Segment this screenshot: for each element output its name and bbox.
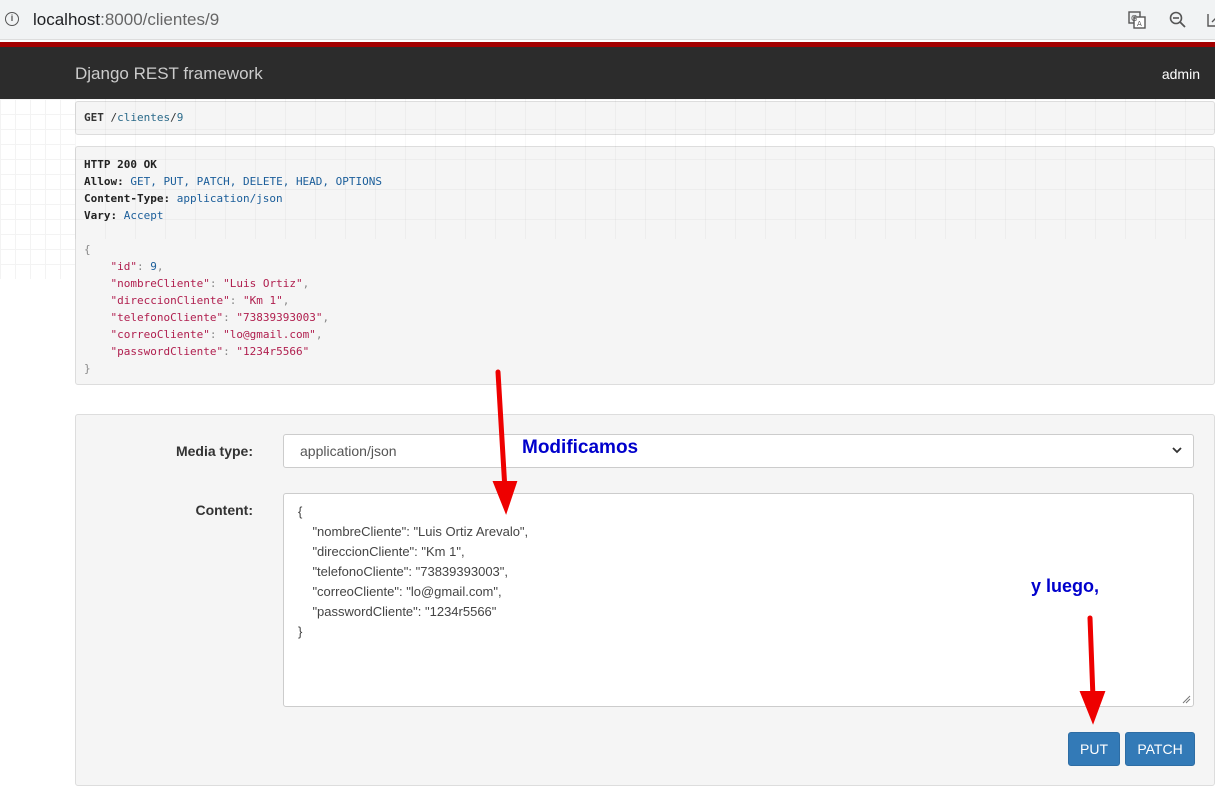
arrow-modify [495, 369, 508, 493]
arrow-modify-head [492, 481, 518, 515]
red-arrow-annotations [492, 369, 1106, 725]
arrow-put [1087, 615, 1096, 701]
arrow-put-head [1079, 691, 1106, 725]
